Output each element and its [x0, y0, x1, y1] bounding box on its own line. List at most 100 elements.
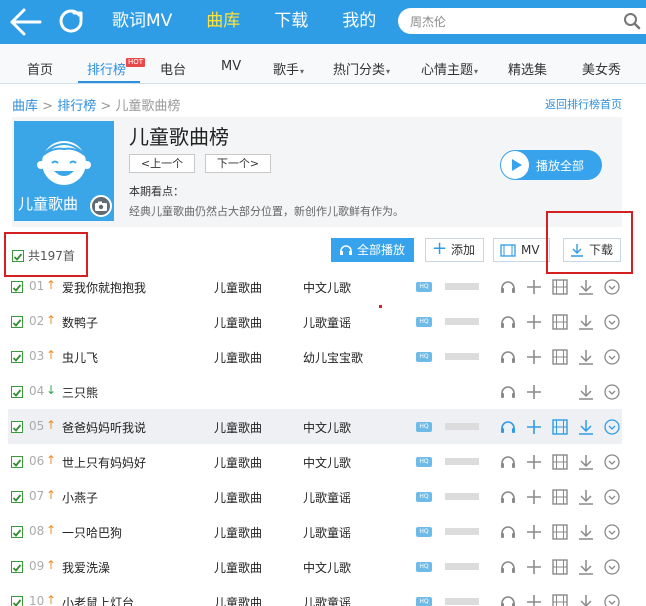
song-genre[interactable]: 中文儿歌: [303, 419, 351, 436]
more-options-icon[interactable]: [603, 488, 621, 506]
listen-icon[interactable]: [499, 313, 517, 331]
song-row[interactable]: 05 ↑ 爸爸妈妈听我说 儿童歌曲 中文儿歌 HQ: [8, 409, 622, 444]
add-icon[interactable]: [525, 418, 543, 436]
more-options-icon[interactable]: [603, 383, 621, 401]
song-title[interactable]: 虫儿飞: [62, 349, 98, 366]
download-icon[interactable]: [577, 348, 595, 366]
more-options-icon[interactable]: [603, 348, 621, 366]
add-icon[interactable]: [525, 523, 543, 541]
download-icon[interactable]: [577, 523, 595, 541]
song-row[interactable]: 02 ↑ 数鸭子 儿童歌曲 儿歌童谣 HQ: [8, 304, 622, 339]
song-checkbox[interactable]: [11, 316, 23, 328]
search-icon[interactable]: [623, 12, 641, 30]
listen-icon[interactable]: [499, 278, 517, 296]
song-checkbox[interactable]: [11, 351, 23, 363]
song-genre[interactable]: 中文儿歌: [303, 279, 351, 296]
add-button[interactable]: + 添加: [425, 238, 484, 262]
search-input[interactable]: [410, 12, 610, 30]
song-title[interactable]: 爸爸妈妈听我说: [62, 419, 146, 436]
song-row[interactable]: 08 ↑ 一只哈巴狗 儿童歌曲 儿歌童谣 HQ: [8, 514, 622, 549]
download-icon[interactable]: [577, 453, 595, 471]
listen-icon[interactable]: [499, 558, 517, 576]
song-genre[interactable]: 儿歌童谣: [303, 314, 351, 331]
add-icon[interactable]: [525, 453, 543, 471]
mv-button[interactable]: MV: [493, 238, 550, 262]
mv-icon[interactable]: [551, 558, 569, 576]
mv-icon[interactable]: [551, 593, 569, 606]
listen-icon[interactable]: [499, 453, 517, 471]
song-checkbox[interactable]: [11, 491, 23, 503]
download-icon[interactable]: [577, 278, 595, 296]
subnav-item-home[interactable]: 首页: [27, 59, 53, 78]
song-row[interactable]: 06 ↑ 世上只有妈妈好 儿童歌曲 中文儿歌 HQ: [8, 444, 622, 479]
more-options-icon[interactable]: [603, 313, 621, 331]
back-to-charts-link[interactable]: 返回排行榜首页: [545, 96, 622, 112]
song-title[interactable]: 爱我你就抱抱我: [62, 279, 146, 296]
listen-icon[interactable]: [499, 488, 517, 506]
song-row[interactable]: 01 ↑ 爱我你就抱抱我 儿童歌曲 中文儿歌 HQ: [8, 269, 622, 304]
more-options-icon[interactable]: [603, 278, 621, 296]
subnav-item-categories[interactable]: 热门分类▾: [333, 59, 390, 78]
song-checkbox[interactable]: [11, 456, 23, 468]
add-icon[interactable]: [525, 348, 543, 366]
song-genre[interactable]: 中文儿歌: [303, 559, 351, 576]
song-title[interactable]: 三只熊: [62, 384, 98, 401]
song-genre[interactable]: 幼儿宝宝歌: [303, 349, 363, 366]
song-checkbox[interactable]: [11, 281, 23, 293]
listen-icon[interactable]: [499, 418, 517, 436]
song-album[interactable]: 儿童歌曲: [214, 489, 262, 506]
play-all-button[interactable]: 播放全部: [500, 150, 602, 180]
song-album[interactable]: 儿童歌曲: [214, 524, 262, 541]
song-checkbox[interactable]: [11, 386, 23, 398]
listen-icon[interactable]: [499, 383, 517, 401]
download-icon[interactable]: [577, 558, 595, 576]
song-genre[interactable]: 儿歌童谣: [303, 524, 351, 541]
song-album[interactable]: 儿童歌曲: [214, 419, 262, 436]
download-icon[interactable]: [577, 418, 595, 436]
song-checkbox[interactable]: [11, 526, 23, 538]
song-album[interactable]: 儿童歌曲: [214, 279, 262, 296]
song-row[interactable]: 04 ↓ 三只熊: [8, 374, 622, 409]
more-options-icon[interactable]: [603, 418, 621, 436]
mv-icon[interactable]: [551, 418, 569, 436]
camera-icon[interactable]: [90, 195, 112, 217]
song-album[interactable]: 儿童歌曲: [214, 314, 262, 331]
more-options-icon[interactable]: [603, 558, 621, 576]
more-options-icon[interactable]: [603, 523, 621, 541]
refresh-icon[interactable]: [57, 7, 85, 35]
listen-icon[interactable]: [499, 348, 517, 366]
song-row[interactable]: 09 ↑ 我爱洗澡 儿童歌曲 中文儿歌 HQ: [8, 549, 622, 584]
play-all-toolbar-button[interactable]: 全部播放: [331, 238, 414, 262]
song-genre[interactable]: 儿歌童谣: [303, 594, 351, 606]
listen-icon[interactable]: [499, 593, 517, 606]
subnav-item-beauty[interactable]: 美女秀: [582, 59, 621, 78]
song-album[interactable]: 儿童歌曲: [214, 594, 262, 606]
song-title[interactable]: 世上只有妈妈好: [62, 454, 146, 471]
search-box[interactable]: [398, 8, 646, 34]
song-checkbox[interactable]: [11, 421, 23, 433]
song-title[interactable]: 小老鼠上灯台: [62, 594, 134, 606]
song-row[interactable]: 10 ↑ 小老鼠上灯台 儿童歌曲 儿歌童谣 HQ: [8, 584, 622, 606]
add-icon[interactable]: [525, 558, 543, 576]
more-options-icon[interactable]: [603, 593, 621, 606]
song-album[interactable]: 儿童歌曲: [214, 349, 262, 366]
topnav-item-0[interactable]: 歌词MV: [112, 9, 172, 35]
add-icon[interactable]: [525, 593, 543, 606]
song-title[interactable]: 我爱洗澡: [62, 559, 110, 576]
prev-chart-button[interactable]: <上一个: [129, 154, 195, 173]
song-checkbox[interactable]: [11, 596, 23, 606]
breadcrumb-charts[interactable]: 排行榜: [57, 99, 96, 114]
download-icon[interactable]: [577, 488, 595, 506]
add-icon[interactable]: [525, 383, 543, 401]
song-genre[interactable]: 儿歌童谣: [303, 489, 351, 506]
next-chart-button[interactable]: 下一个>: [205, 154, 271, 173]
song-album[interactable]: 儿童歌曲: [214, 559, 262, 576]
song-genre[interactable]: 中文儿歌: [303, 454, 351, 471]
add-icon[interactable]: [525, 278, 543, 296]
song-row[interactable]: 07 ↑ 小燕子 儿童歌曲 儿歌童谣 HQ: [8, 479, 622, 514]
mv-icon[interactable]: [551, 523, 569, 541]
more-options-icon[interactable]: [603, 453, 621, 471]
song-title[interactable]: 小燕子: [62, 489, 98, 506]
back-arrow-icon[interactable]: [8, 6, 42, 38]
download-icon[interactable]: [577, 593, 595, 606]
